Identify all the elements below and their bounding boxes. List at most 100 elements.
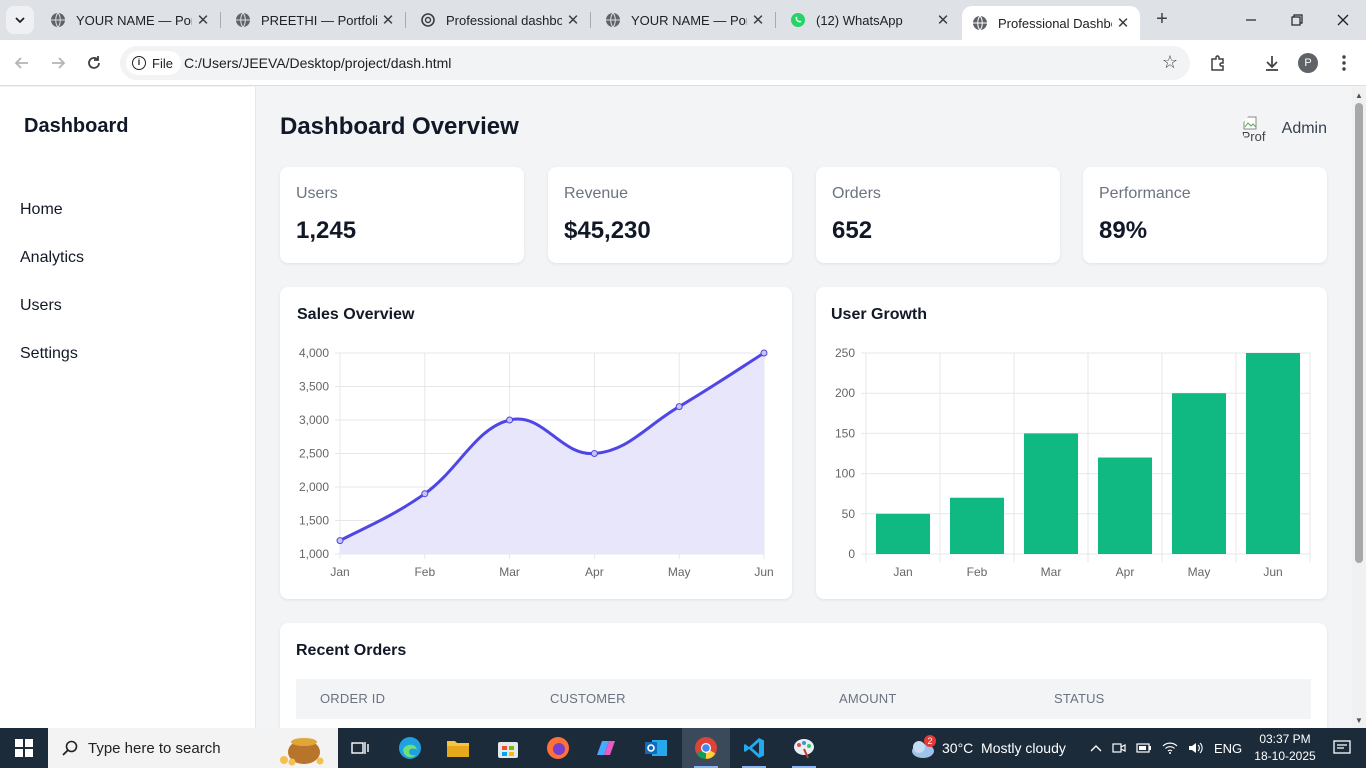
browser-tab-active[interactable]: Professional Dashboard ✕ — [962, 6, 1140, 40]
bar — [949, 497, 1005, 554]
close-icon[interactable]: ✕ — [932, 11, 954, 29]
page-title: Dashboard Overview — [280, 113, 519, 140]
bar — [1023, 433, 1079, 554]
copilot-app[interactable] — [582, 728, 630, 768]
stat-card-revenue: Revenue $45,230 — [548, 167, 792, 263]
profile-button[interactable]: P — [1294, 49, 1322, 77]
outlook-app[interactable] — [632, 728, 680, 768]
scroll-thumb[interactable] — [1355, 103, 1363, 563]
y-tick-label: 1,500 — [299, 514, 329, 528]
start-button[interactable] — [0, 728, 48, 768]
browser-tab[interactable]: (12) WhatsApp ✕ — [776, 0, 960, 40]
firefox-app[interactable] — [534, 728, 582, 768]
wifi-icon[interactable] — [1162, 742, 1178, 754]
user-menu[interactable]: Prof Admin — [1242, 113, 1327, 145]
x-tick-label: Jan — [330, 565, 349, 579]
chrome-app[interactable] — [682, 728, 730, 768]
edge-app[interactable] — [386, 728, 434, 768]
browser-tab[interactable]: YOUR NAME — Portfolio ✕ — [591, 0, 776, 40]
weather-widget[interactable]: 2 30°C Mostly cloudy — [908, 728, 1066, 768]
taskbar: Type here to search 2 30°C Mostly cloudy — [0, 728, 1366, 768]
tab-title: Professional dashboard — [446, 12, 562, 28]
url-text[interactable]: C:/Users/JEEVA/Desktop/project/dash.html — [184, 55, 451, 71]
globe-icon — [51, 12, 65, 28]
stat-label: Revenue — [564, 185, 629, 202]
page-scrollbar[interactable]: ▲ ▼ — [1352, 87, 1366, 728]
sidebar-item-users[interactable]: Users — [20, 297, 62, 315]
search-placeholder: Type here to search — [88, 739, 221, 757]
close-icon[interactable]: ✕ — [1112, 14, 1134, 32]
close-icon[interactable]: ✕ — [747, 11, 769, 29]
outlook-icon — [645, 740, 667, 756]
admin-name: Admin — [1281, 120, 1327, 137]
user-growth-card: User Growth 0 50 100 150 200 250 Jan Feb Mar Apr M… — [816, 287, 1327, 599]
minimize-button[interactable] — [1228, 0, 1274, 40]
extensions-button[interactable] — [1204, 49, 1232, 77]
scroll-up-icon[interactable]: ▲ — [1355, 91, 1363, 100]
data-point — [336, 537, 344, 545]
site-info-chip[interactable]: i File — [126, 51, 181, 75]
profile-avatar: P — [1298, 53, 1318, 73]
omnibox[interactable]: i File C:/Users/JEEVA/Desktop/project/da… — [120, 46, 1190, 80]
download-icon — [1266, 56, 1278, 71]
meet-now-icon[interactable] — [1112, 741, 1126, 755]
downloads-button[interactable] — [1258, 49, 1286, 77]
speaker-icon[interactable] — [1188, 741, 1204, 755]
restore-button[interactable] — [1274, 0, 1320, 40]
folder-icon — [447, 741, 469, 757]
y-tick-label: 3,000 — [299, 413, 329, 427]
close-icon[interactable]: ✕ — [377, 11, 399, 29]
paint-app[interactable] — [780, 728, 828, 768]
clock[interactable]: 03:37 PM 18-10-2025 — [1250, 731, 1320, 765]
vscode-app[interactable] — [730, 728, 778, 768]
new-tab-button[interactable]: + — [1150, 8, 1174, 32]
forward-button[interactable] — [44, 49, 72, 77]
task-view-button[interactable] — [336, 728, 384, 768]
taskbar-search[interactable]: Type here to search — [48, 728, 338, 768]
y-tick-label: 1,000 — [299, 547, 329, 561]
x-tick-label: Jun — [754, 565, 773, 579]
reload-button[interactable] — [80, 49, 108, 77]
file-explorer-app[interactable] — [434, 728, 482, 768]
chrome-icon — [695, 737, 717, 759]
stat-card-performance: Performance 89% — [1083, 167, 1327, 263]
y-tick-label: 50 — [842, 507, 856, 521]
menu-button[interactable] — [1330, 49, 1358, 77]
close-icon[interactable]: ✕ — [562, 11, 584, 29]
browser-tab-bar: YOUR NAME — Portfolio ✕ PREETHI — Portfo… — [0, 0, 1366, 40]
sidebar-item-home[interactable]: Home — [20, 201, 63, 219]
sidebar-item-settings[interactable]: Settings — [20, 345, 78, 363]
chevron-up-icon[interactable] — [1090, 744, 1102, 752]
language-indicator[interactable]: ENG — [1214, 741, 1242, 756]
tab-search-button[interactable] — [6, 6, 34, 34]
column-header-customer[interactable]: CUSTOMER — [550, 691, 626, 706]
chevron-down-icon — [15, 17, 25, 24]
y-tick-label: 200 — [835, 386, 855, 400]
column-header-amount[interactable]: AMOUNT — [839, 691, 897, 706]
data-point — [675, 403, 683, 411]
sidebar-item-analytics[interactable]: Analytics — [20, 249, 84, 267]
browser-tab[interactable]: YOUR NAME — Portfolio ✕ — [36, 0, 221, 40]
tab-title: YOUR NAME — Portfolio — [76, 12, 192, 28]
browser-tab[interactable]: Professional dashboard ✕ — [406, 0, 591, 40]
column-header-status[interactable]: STATUS — [1054, 691, 1105, 706]
search-icon — [62, 740, 78, 756]
palette-icon — [794, 739, 814, 759]
column-header-order-id[interactable]: ORDER ID — [320, 691, 385, 706]
browser-tab[interactable]: PREETHI — Portfolio ✕ — [221, 0, 406, 40]
sales-overview-card: Sales Overview 1,000 1,500 2,000 2,500 3,000… — [280, 287, 792, 599]
tab-title: (12) WhatsApp — [816, 12, 903, 28]
scroll-down-icon[interactable]: ▼ — [1355, 716, 1363, 725]
recent-orders-card: Recent Orders ORDER ID CUSTOMER AMOUNT S… — [280, 623, 1327, 728]
bookmark-star-icon[interactable]: ☆ — [1162, 52, 1178, 73]
x-tick-label: Apr — [585, 565, 604, 579]
store-app[interactable] — [484, 728, 532, 768]
notifications-button[interactable] — [1318, 728, 1366, 768]
back-button[interactable] — [8, 49, 36, 77]
tab-title: Professional Dashboard — [998, 15, 1112, 31]
edge-icon — [399, 737, 421, 759]
battery-icon[interactable] — [1136, 742, 1152, 754]
close-icon[interactable]: ✕ — [192, 11, 214, 29]
close-window-button[interactable] — [1320, 0, 1366, 40]
stat-label: Users — [296, 185, 338, 202]
